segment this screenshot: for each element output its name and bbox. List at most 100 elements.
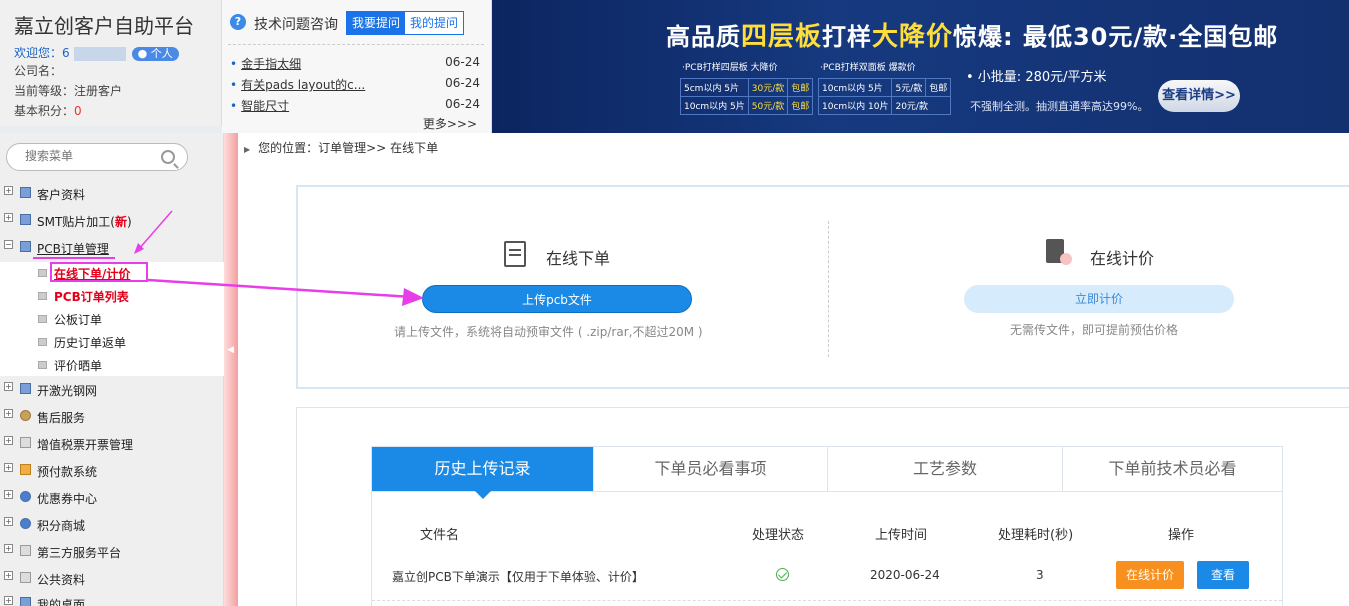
upload-history-table: 文件名 处理状态 上传时间 处理耗时(秒) 操作 嘉立创PCB下单演示【仅用于下… — [371, 492, 1283, 606]
promo-banner[interactable]: 高品质四层板打样大降价惊爆: 最低30元/款·全国包邮 ·PCB打样四层板 大降… — [492, 0, 1349, 133]
banner-details-button[interactable]: 查看详情>> — [1158, 80, 1240, 112]
sidebar-item-prepay[interactable]: + 预付款系统 — [0, 457, 224, 484]
col-status: 处理状态 — [752, 528, 805, 543]
sidebar-item-customer-info[interactable]: + 客户资料 — [0, 180, 224, 207]
expand-icon[interactable]: + — [4, 436, 13, 445]
online-order-title: 在线下单 — [546, 249, 611, 268]
shield-icon — [20, 491, 31, 502]
expand-icon[interactable]: + — [4, 596, 13, 605]
coins-icon — [20, 464, 31, 475]
order-options-card: 在线下单 上传pcb文件 请上传文件，系统将自动预审文件 ( .zip/rar,… — [296, 185, 1349, 389]
check-circle-icon — [776, 568, 789, 581]
expand-icon[interactable]: + — [4, 463, 13, 472]
expand-icon[interactable]: + — [4, 571, 13, 580]
doc-icon — [38, 338, 47, 346]
table-row-upload-time: 2020-06-24 — [870, 568, 940, 582]
doc-icon — [38, 315, 47, 323]
new-tag: 新 — [114, 215, 127, 229]
collapse-icon[interactable]: − — [4, 240, 13, 249]
sidebar-item-points-mall[interactable]: + 积分商城 — [0, 511, 224, 538]
expand-icon[interactable]: + — [4, 213, 13, 222]
platform-title: 嘉立创客户自助平台 — [14, 14, 194, 38]
annotation-highlight-box — [50, 262, 148, 282]
table-row-duration: 3 — [1036, 568, 1044, 582]
qa-tabs: 我要提问 我的提问 — [346, 11, 465, 35]
expand-icon[interactable]: + — [4, 544, 13, 553]
person-icon — [20, 410, 31, 421]
banner-table1-caption: ·PCB打样四层板 大降价 — [682, 63, 778, 73]
online-quote-title: 在线计价 — [1090, 249, 1155, 268]
view-action-button[interactable]: 查看 — [1197, 561, 1249, 589]
sidebar-item-public-data[interactable]: + 公共资料 — [0, 565, 224, 592]
col-duration: 处理耗时(秒) — [998, 528, 1074, 543]
sidebar-subitem-history-reorder[interactable]: 历史订单返单 — [36, 330, 216, 353]
expand-icon[interactable]: + — [4, 382, 13, 391]
banner-small-batch: • 小批量: 280元/平方米 — [966, 70, 1107, 85]
user-info-panel: 嘉立创客户自助平台 欢迎您：6 ● 个人 公司名： 当前等级：注册客户 基本积分：… — [0, 0, 222, 126]
chevron-left-icon[interactable]: ◀ — [227, 345, 234, 355]
expand-icon[interactable]: + — [4, 186, 13, 195]
sidebar-item-laser-stencil[interactable]: + 开激光钢网 — [0, 376, 224, 403]
quote-now-button[interactable]: 立即计价 — [964, 285, 1234, 313]
qa-title: 技术问题咨询 — [254, 17, 338, 33]
sidebar-item-after-sales[interactable]: + 售后服务 — [0, 403, 224, 430]
search-icon[interactable] — [161, 150, 175, 164]
qa-list-item[interactable]: • 金手指太细 06-24 — [230, 55, 480, 72]
banner-table2-caption: ·PCB打样双面板 爆款价 — [820, 63, 916, 73]
qa-list-item[interactable]: • 智能尺寸 06-24 — [230, 97, 480, 114]
col-actions: 操作 — [1168, 528, 1195, 543]
expand-icon[interactable]: + — [4, 490, 13, 499]
bullet-icon: • — [230, 57, 238, 71]
user-icon: ● — [137, 47, 148, 60]
sidebar-subitem-public-board[interactable]: 公板订单 — [36, 307, 216, 330]
personal-account-badge[interactable]: ● 个人 — [131, 47, 179, 61]
tab-process-params[interactable]: 工艺参数 — [828, 447, 1063, 491]
upload-note: 请上传文件，系统将自动预审文件 ( .zip/rar,不超过20M ) — [394, 325, 703, 339]
bullet-icon: • — [230, 99, 238, 113]
welcome-label: 欢迎您：6 — [14, 46, 70, 60]
sidebar-subitem-review[interactable]: 评价晒单 — [36, 353, 216, 376]
online-quote-action-button[interactable]: 在线计价 — [1116, 561, 1184, 589]
card-divider — [828, 221, 829, 357]
invoice-icon — [20, 437, 31, 448]
level-line: 当前等级：注册客户 — [14, 84, 123, 98]
tab-upload-history[interactable]: 历史上传记录 — [372, 447, 594, 499]
row-divider — [372, 600, 1282, 601]
welcome-line: 欢迎您：6 ● 个人 — [14, 44, 179, 61]
col-filename: 文件名 — [420, 528, 460, 543]
my-questions-tab[interactable]: 我的提问 — [405, 12, 464, 34]
calculator-icon — [1046, 239, 1072, 265]
qa-list-item[interactable]: • 有关pads layout的c... 06-24 — [230, 76, 480, 93]
sidebar-subitem-pcb-list[interactable]: PCB订单列表 — [36, 284, 216, 307]
ask-question-tab[interactable]: 我要提问 — [347, 12, 406, 34]
header: 嘉立创客户自助平台 欢迎您：6 ● 个人 公司名： 当前等级：注册客户 基本积分：… — [0, 0, 1349, 133]
menu-search-input[interactable] — [25, 149, 155, 163]
sidebar-collapse-bar[interactable]: ◀ — [224, 133, 238, 606]
qa-more-link[interactable]: 更多>>> — [423, 115, 477, 132]
sidebar-item-smt[interactable]: + SMT贴片加工(新) — [0, 207, 224, 234]
clipboard-icon — [504, 241, 526, 267]
sidebar-item-coupons[interactable]: + 优惠券中心 — [0, 484, 224, 511]
calculator-icon — [20, 241, 31, 252]
sidebar-item-third-party[interactable]: + 第三方服务平台 — [0, 538, 224, 565]
monitor-icon — [20, 187, 31, 198]
sidebar-item-my-desktop[interactable]: + 我的桌面 — [0, 590, 224, 606]
points-line: 基本积分：0 — [14, 104, 82, 118]
menu-search-box[interactable] — [6, 143, 188, 171]
banner-small-note: 不强制全测。抽测直通率高达99%。 — [970, 100, 1149, 113]
triangle-icon: ▶ — [244, 145, 251, 154]
expand-icon[interactable]: + — [4, 409, 13, 418]
quote-note: 无需传文件，即可提前预估价格 — [1010, 323, 1179, 337]
breadcrumb: ▶ 您的位置：订单管理>> 在线下单 — [244, 141, 439, 155]
tab-order-notes[interactable]: 下单员必看事项 — [594, 447, 828, 491]
masked-username — [73, 46, 126, 61]
upload-pcb-button[interactable]: 上传pcb文件 — [422, 285, 692, 313]
tab-tech-notes[interactable]: 下单前技术员必看 — [1063, 447, 1282, 491]
records-card: 历史上传记录 下单员必看事项 工艺参数 下单前技术员必看 文件名 处理状态 上传… — [296, 407, 1349, 606]
qa-divider — [228, 44, 484, 45]
doc-icon — [38, 292, 47, 300]
banner-four-layer-table: 5cm以内 5片 30元/款 包邮 10cm以内 5片 50元/款 包邮 — [680, 78, 814, 115]
tech-qa-panel: ? 技术问题咨询 我要提问 我的提问 • 金手指太细 06-24 • 有关pads l… — [222, 0, 492, 133]
expand-icon[interactable]: + — [4, 517, 13, 526]
sidebar-item-invoice[interactable]: + 增值税票开票管理 — [0, 430, 224, 457]
